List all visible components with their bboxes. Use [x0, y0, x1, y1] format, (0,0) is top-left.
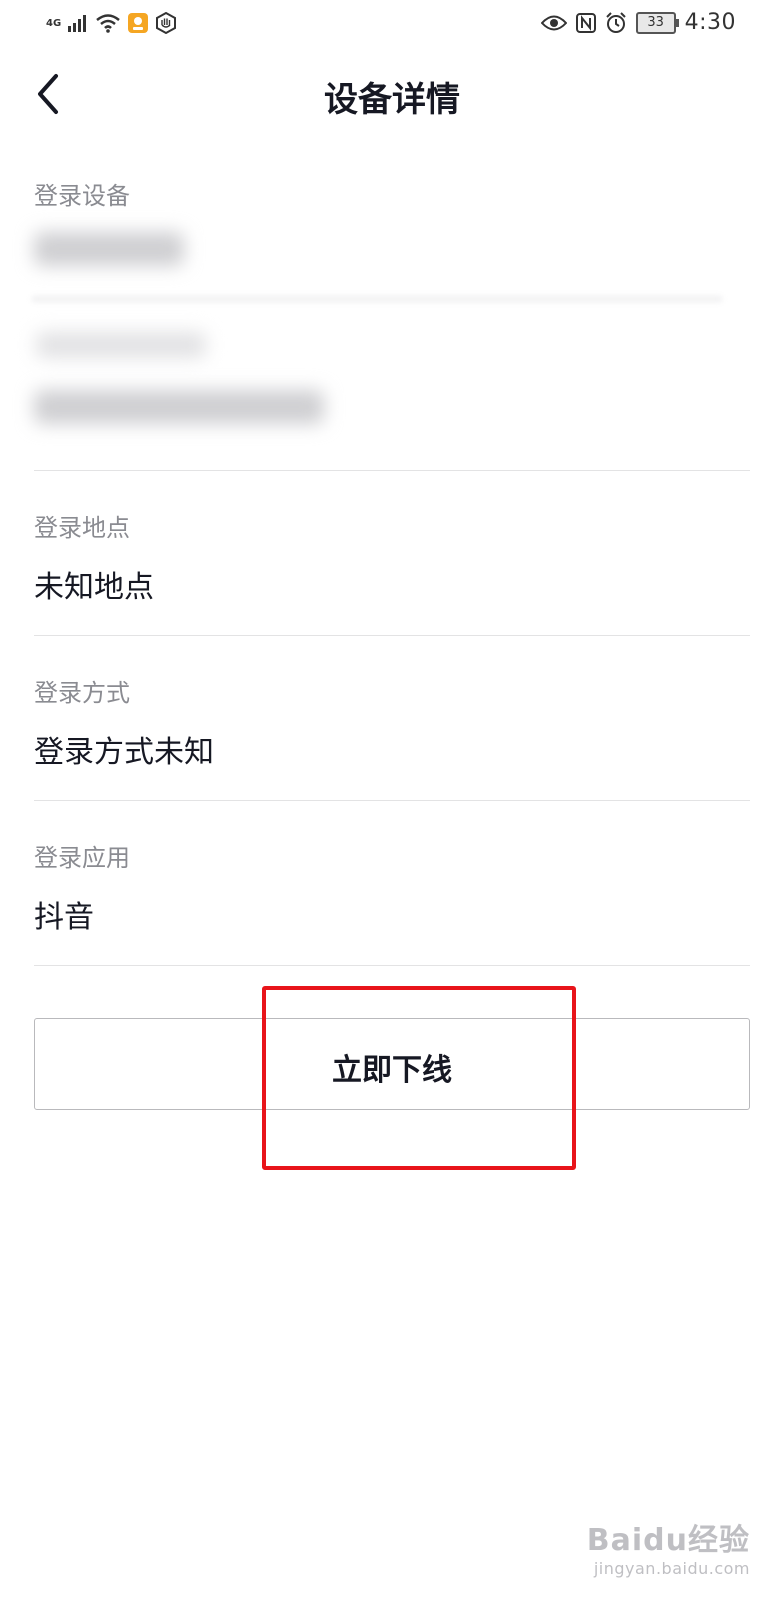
highlight-box	[262, 986, 576, 1170]
watermark-url: jingyan.baidu.com	[593, 1559, 750, 1578]
battery-level: 33	[647, 14, 664, 30]
page-title: 设备详情	[324, 80, 460, 120]
method-value: 登录方式未知	[34, 735, 214, 770]
divider	[34, 800, 750, 801]
location-value: 未知地点	[34, 570, 154, 605]
status-left: 4G	[46, 12, 177, 34]
status-right: 33 4:30	[540, 10, 736, 35]
divider	[34, 965, 750, 966]
nfc-icon	[575, 12, 596, 33]
status-bar: 4G 33 4:30	[0, 0, 784, 48]
app-label: 登录应用	[34, 844, 130, 872]
alarm-icon	[605, 11, 626, 33]
watermark: Baidu经验 jingyan.baidu.com	[587, 1515, 750, 1578]
device-info-redacted	[22, 200, 742, 455]
status-time: 4:30	[684, 10, 736, 35]
wifi-icon	[96, 14, 120, 33]
location-label: 登录地点	[34, 514, 130, 542]
app-notification-icon	[128, 13, 149, 33]
app-value: 抖音	[34, 900, 94, 935]
battery-icon: 33	[635, 11, 679, 34]
watermark-logo: Baidu经验	[586, 1523, 750, 1558]
method-label: 登录方式	[34, 679, 130, 707]
eye-icon	[540, 15, 567, 30]
nav-header: 设备详情	[0, 56, 784, 136]
network-type: 4G	[46, 17, 62, 29]
divider	[34, 470, 750, 471]
divider	[34, 635, 750, 636]
shield-icon	[156, 12, 177, 34]
signal-icon	[68, 15, 87, 32]
